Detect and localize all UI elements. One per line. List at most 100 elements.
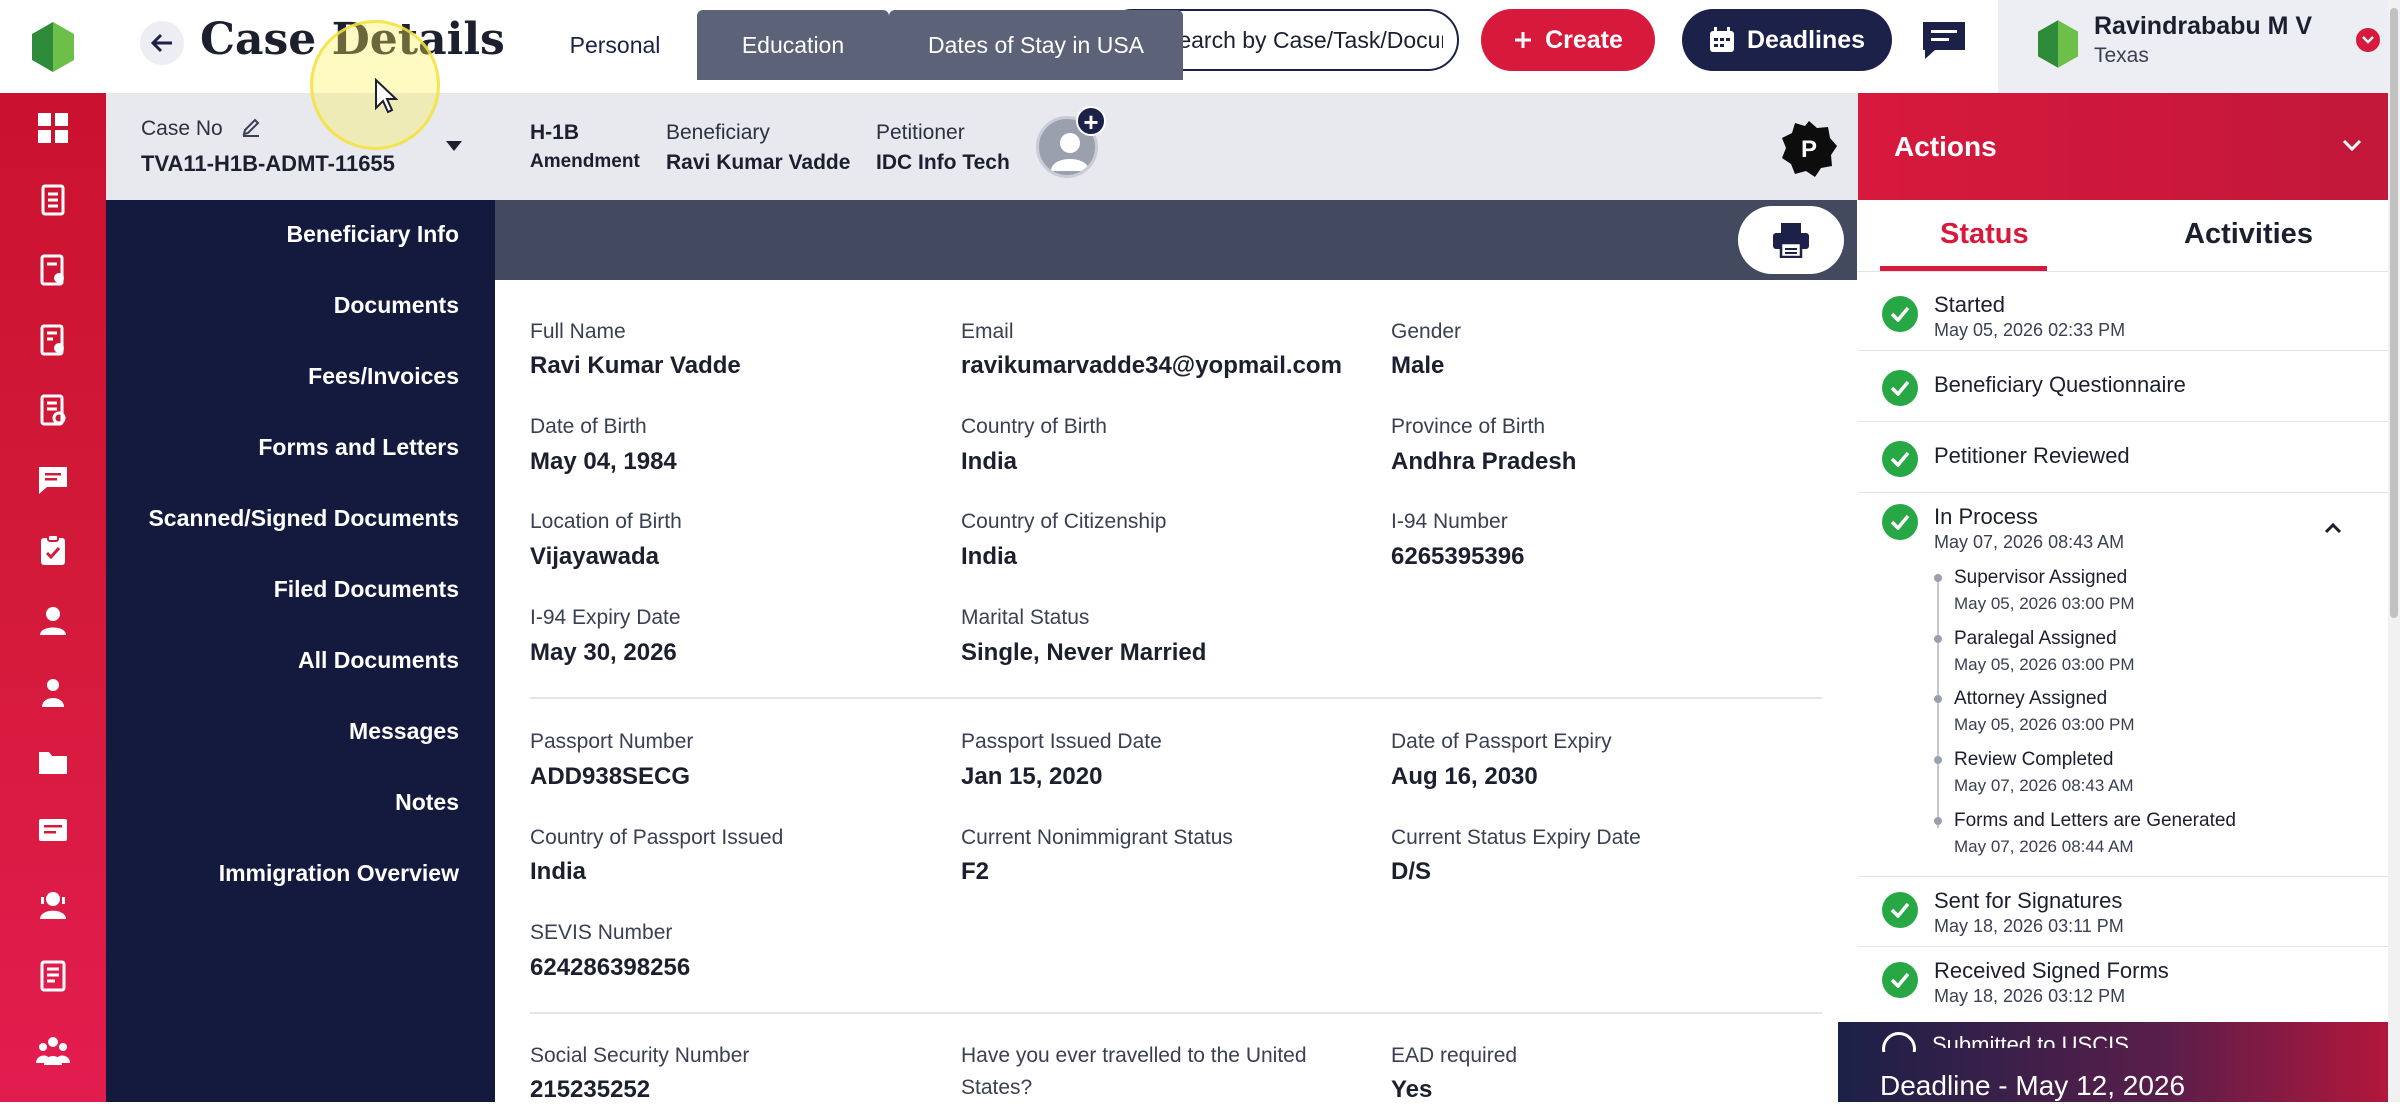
people-icon[interactable] — [33, 672, 73, 712]
nav-item-filed-documents[interactable]: Filed Documents — [106, 576, 459, 603]
status-received-signed-forms: Received Signed Forms May 18, 2026 03:12… — [1858, 958, 2388, 1018]
deadline-text: Deadline - May 12, 2026 — [1880, 1070, 2186, 1101]
user-org-logo-icon — [2038, 20, 2078, 68]
marital-status-value: Single, Never Married — [961, 639, 1207, 666]
invoice-icon[interactable] — [33, 320, 73, 360]
substep-date: May 05, 2026 03:00 PM — [1954, 594, 2135, 613]
status-expiry-label: Current Status Expiry Date — [1391, 826, 1641, 849]
cases-icon[interactable] — [33, 180, 73, 220]
team-icon[interactable] — [33, 1030, 73, 1070]
substep-date: May 07, 2026 08:44 AM — [1954, 837, 2134, 856]
report-icon[interactable] — [33, 956, 73, 996]
check-circle-icon — [1882, 892, 1918, 928]
status-date: May 07, 2026 08:43 AM — [1934, 532, 2125, 552]
actions-title: Actions — [1894, 131, 1997, 162]
visa-type: H-1B — [530, 121, 580, 144]
p-badge-icon[interactable]: P — [1780, 120, 1838, 178]
passport-issued-value: Jan 15, 2020 — [961, 763, 1103, 790]
actions-header[interactable]: Actions — [1858, 93, 2388, 200]
nav-item-beneficiary-info[interactable]: Beneficiary Info — [106, 221, 459, 248]
substep-dot — [1934, 574, 1942, 582]
deadlines-button[interactable]: Deadlines — [1682, 9, 1892, 71]
folder-icon[interactable] — [33, 742, 73, 782]
nav-item-immigration-overview[interactable]: Immigration Overview — [106, 860, 459, 887]
forms-icon[interactable] — [33, 390, 73, 430]
i94-number-label: I-94 Number — [1391, 510, 1508, 533]
tabs-divider — [1858, 271, 2388, 272]
substep-dot — [1934, 695, 1942, 703]
nav-item-forms-and-letters[interactable]: Forms and Letters — [106, 434, 459, 461]
ssn-label: Social Security Number — [530, 1044, 750, 1067]
substep-title: Forms and Letters are Generated — [1954, 810, 2236, 831]
chevron-down-icon[interactable] — [2356, 28, 2380, 52]
add-team-member-button[interactable]: + — [1076, 106, 1106, 136]
country-of-citizenship-label: Country of Citizenship — [961, 510, 1167, 533]
country-of-birth-label: Country of Birth — [961, 415, 1107, 438]
status-divider — [1858, 350, 2388, 351]
messages-button[interactable] — [1920, 18, 1968, 62]
chevron-down-icon[interactable] — [2342, 139, 2362, 151]
status-petitioner-reviewed: Petitioner Reviewed — [1858, 437, 2388, 487]
substep-date: May 07, 2026 08:43 AM — [1954, 776, 2134, 795]
search-input[interactable] — [1163, 26, 1443, 54]
i94-number-value: 6265395396 — [1391, 543, 1525, 570]
travel-question-label-2: States? — [961, 1076, 1033, 1099]
chat-icon[interactable] — [33, 460, 73, 500]
support-agent-icon[interactable] — [33, 884, 73, 924]
nav-item-notes[interactable]: Notes — [106, 789, 459, 816]
nonimmigrant-status-label: Current Nonimmigrant Status — [961, 826, 1233, 849]
nav-item-fees-invoices[interactable]: Fees/Invoices — [106, 363, 459, 390]
arrow-left-icon — [151, 33, 172, 53]
status-divider — [1858, 876, 2388, 877]
back-button[interactable] — [140, 21, 184, 65]
section-divider — [530, 697, 1822, 699]
user-menu[interactable]: Ravindrababu M V Texas — [1998, 0, 2400, 93]
status-in-process[interactable]: In Process May 07, 2026 08:43 AM — [1858, 504, 2388, 564]
clipboard-icon[interactable] — [33, 530, 73, 570]
dashboard-icon[interactable] — [33, 108, 73, 148]
status-title: Petitioner Reviewed — [1934, 443, 2130, 468]
chevron-up-icon[interactable] — [2324, 522, 2342, 534]
status-sent-for-signatures: Sent for Signatures May 18, 2026 03:11 P… — [1858, 888, 2388, 948]
calendar-icon — [1709, 27, 1734, 52]
substep-dot — [1934, 635, 1942, 643]
status-title: Started — [1934, 292, 2005, 317]
check-circle-icon — [1882, 296, 1918, 332]
edit-pencil-icon[interactable] — [241, 117, 261, 137]
deadline-banner[interactable]: Submitted to USCIS Deadline - May 12, 20… — [1838, 1022, 2388, 1102]
gender-value: Male — [1391, 352, 1445, 379]
create-button[interactable]: Create — [1481, 9, 1655, 71]
brand-logo-box[interactable] — [0, 0, 106, 93]
tab-dates-of-stay[interactable]: Dates of Stay in USA — [889, 10, 1183, 80]
page-scrollbar-thumb[interactable] — [2390, 8, 2398, 618]
passport-issued-label: Passport Issued Date — [961, 730, 1162, 753]
travel-question-label: Have you ever travelled to the United — [961, 1044, 1307, 1067]
nav-item-documents[interactable]: Documents — [106, 292, 459, 319]
marital-status-label: Marital Status — [961, 606, 1090, 629]
status-submitted-partial: Submitted to USCIS — [1932, 1032, 2129, 1048]
country-of-birth-value: India — [961, 448, 1018, 475]
location-of-birth-label: Location of Birth — [530, 510, 682, 533]
nav-item-messages[interactable]: Messages — [106, 718, 459, 745]
document-check-icon[interactable] — [33, 250, 73, 290]
person-icon[interactable] — [33, 600, 73, 640]
mouse-pointer-icon — [375, 78, 398, 114]
print-button[interactable] — [1738, 206, 1844, 274]
tab-personal[interactable]: Personal — [533, 10, 697, 80]
status-divider — [1858, 421, 2388, 422]
nav-item-all-documents[interactable]: All Documents — [106, 647, 459, 674]
tab-status[interactable]: Status — [1940, 218, 2029, 251]
substep-date: May 05, 2026 03:00 PM — [1954, 715, 2135, 734]
case-dropdown-caret-icon[interactable] — [446, 141, 462, 151]
tab-activities[interactable]: Activities — [2184, 218, 2313, 251]
tab-education[interactable]: Education — [697, 10, 889, 80]
nav-item-scanned-signed-documents[interactable]: Scanned/Signed Documents — [106, 505, 459, 532]
location-of-birth-value: Vijayawada — [530, 543, 659, 570]
email-value: ravikumarvadde34@yopmail.com — [961, 352, 1342, 379]
passport-country-label: Country of Passport Issued — [530, 826, 784, 849]
status-divider — [1858, 946, 2388, 947]
dob-value: May 04, 1984 — [530, 448, 677, 475]
note-icon[interactable] — [33, 812, 73, 852]
status-title: Beneficiary Questionnaire — [1934, 372, 2186, 397]
sevis-number-value: 624286398256 — [530, 954, 691, 981]
